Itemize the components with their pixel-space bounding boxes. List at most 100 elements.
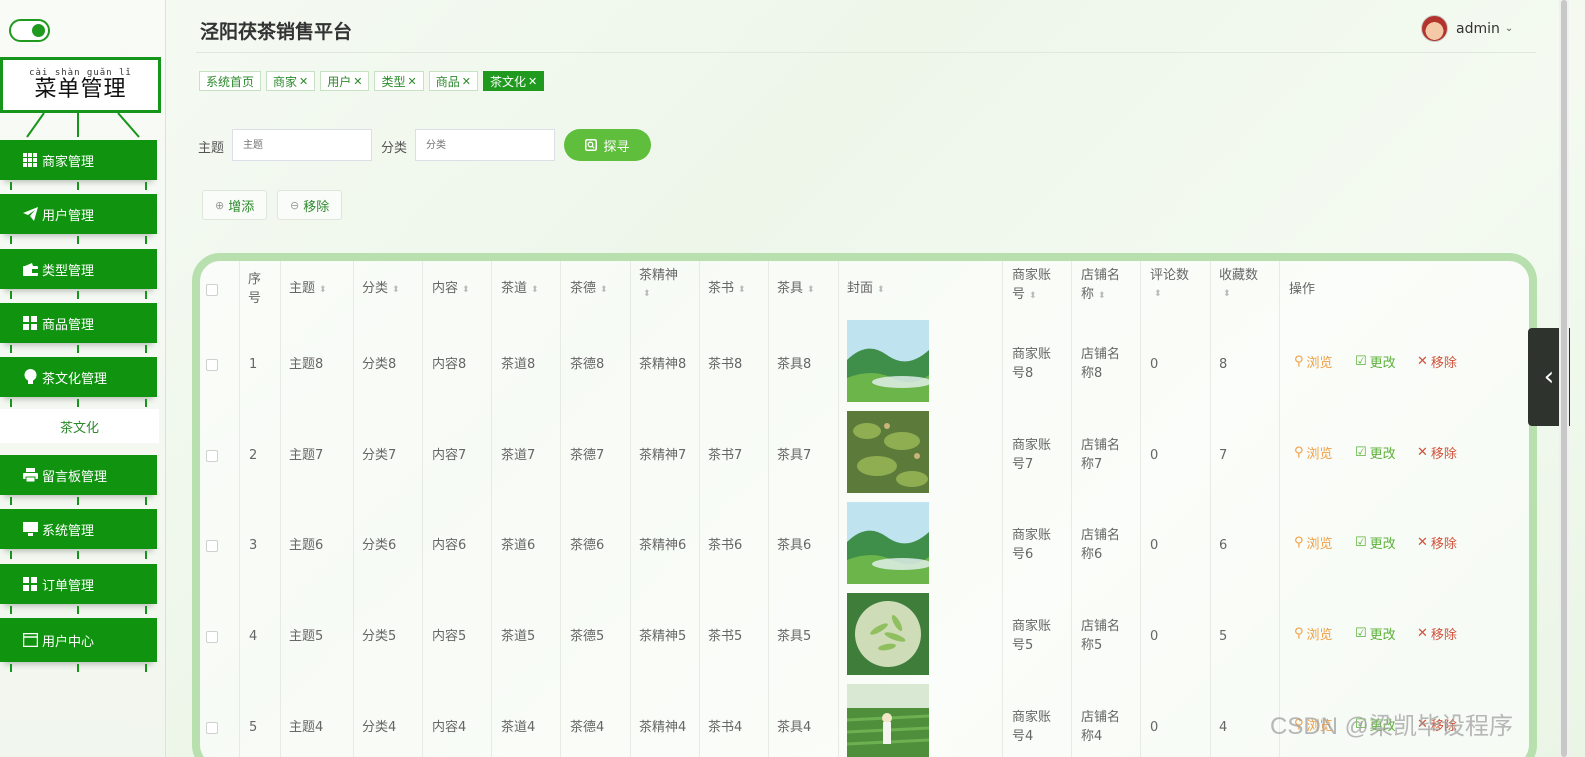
cell-index: 2 bbox=[249, 448, 258, 463]
edit-button[interactable]: ☑ 更改 bbox=[1355, 533, 1396, 552]
edit-button[interactable]: ☑ 更改 bbox=[1355, 352, 1396, 371]
header-index[interactable]: 序号 bbox=[248, 270, 261, 308]
header-tea-book[interactable]: 茶书 ⬍ bbox=[708, 279, 746, 300]
search-button[interactable]: 探寻 bbox=[564, 129, 651, 161]
sidebar-item-message-board[interactable]: 留言板管理 bbox=[0, 455, 157, 495]
sort-icon: ⬍ bbox=[531, 285, 539, 295]
sidebar-item-system[interactable]: 系统管理 bbox=[0, 509, 157, 549]
sort-icon: ⬍ bbox=[600, 285, 608, 295]
view-button[interactable]: ⚲ 浏览 bbox=[1294, 533, 1333, 552]
cell-tea-spirit: 茶精神5 bbox=[639, 629, 687, 644]
chevron-left-icon: ‹ bbox=[1543, 362, 1555, 392]
close-icon[interactable]: ✕ bbox=[528, 75, 537, 88]
close-icon[interactable]: ✕ bbox=[462, 75, 471, 88]
cell-comments: 0 bbox=[1150, 538, 1159, 553]
header-cover[interactable]: 封面 ⬍ bbox=[847, 279, 885, 300]
close-icon[interactable]: ✕ bbox=[408, 75, 417, 88]
sidebar-item-user[interactable]: 用户管理 bbox=[0, 194, 157, 234]
tag-merchant[interactable]: 商家 ✕ bbox=[266, 71, 316, 91]
header-favorites[interactable]: 收藏数 ⬍ bbox=[1219, 266, 1258, 304]
remove-button[interactable]: ⊖ 移除 bbox=[277, 190, 343, 220]
header-category[interactable]: 分类 ⬍ bbox=[362, 279, 400, 300]
close-icon[interactable]: ✕ bbox=[353, 75, 362, 88]
monitor-icon bbox=[22, 521, 38, 537]
sidebar-item-order[interactable]: 订单管理 bbox=[0, 564, 157, 604]
sidebar-item-user-center[interactable]: 用户中心 bbox=[0, 618, 157, 662]
delete-button[interactable]: ✕ 移除 bbox=[1417, 533, 1457, 552]
tag-home[interactable]: 系统首页 bbox=[199, 71, 262, 91]
cell-tea-way: 茶道7 bbox=[501, 448, 536, 463]
user-name: admin bbox=[1456, 20, 1500, 37]
delete-button[interactable]: ✕ 移除 bbox=[1417, 352, 1457, 371]
header-divider bbox=[196, 52, 1536, 53]
cell-subject: 主题6 bbox=[289, 538, 324, 553]
header-tea-virtue[interactable]: 茶德 ⬍ bbox=[570, 279, 608, 300]
header-subject[interactable]: 主题 ⬍ bbox=[289, 279, 327, 300]
header-merchant-account[interactable]: 商家账号 ⬍ bbox=[1012, 266, 1051, 306]
sort-icon: ⬍ bbox=[807, 285, 815, 295]
column-divider bbox=[239, 261, 240, 757]
column-divider bbox=[699, 261, 700, 757]
cell-tea-ware: 茶具6 bbox=[777, 538, 812, 553]
cell-index: 3 bbox=[249, 538, 258, 553]
sidebar-item-label: 订单管理 bbox=[42, 578, 95, 594]
sidebar-item-label: 用户中心 bbox=[42, 634, 95, 650]
tag-user[interactable]: 用户 ✕ bbox=[320, 71, 370, 91]
edit-button[interactable]: ☑ 更改 bbox=[1355, 624, 1396, 643]
header-shop-name[interactable]: 店铺名称 ⬍ bbox=[1081, 266, 1120, 306]
cell-tea-book: 茶书6 bbox=[708, 538, 743, 553]
cell-tea-ware: 茶具7 bbox=[777, 448, 812, 463]
add-button[interactable]: ⊕ 增添 bbox=[202, 190, 268, 220]
cell-merchant-account: 商家账 号6 bbox=[1012, 528, 1052, 562]
sidebar-subitem-tea-culture[interactable]: 茶文化 bbox=[0, 409, 159, 443]
sidebar-item-goods[interactable]: 商品管理 bbox=[0, 303, 157, 343]
header-tea-ware[interactable]: 茶具 ⬍ bbox=[777, 279, 815, 300]
cell-subject: 主题8 bbox=[289, 357, 324, 372]
select-all-checkbox[interactable] bbox=[206, 284, 218, 296]
view-button[interactable]: ⚲ 浏览 bbox=[1294, 624, 1333, 643]
view-button[interactable]: ⚲ 浏览 bbox=[1294, 352, 1333, 371]
category-input[interactable] bbox=[415, 129, 555, 161]
row-checkbox[interactable] bbox=[206, 450, 218, 462]
sidebar-toggle[interactable] bbox=[9, 19, 50, 42]
cell-favorites: 8 bbox=[1219, 357, 1228, 372]
view-button[interactable]: ⚲ 浏览 bbox=[1294, 443, 1333, 462]
sidebar-item-merchant[interactable]: 商家管理 bbox=[0, 140, 157, 180]
delete-button[interactable]: ✕ 移除 bbox=[1417, 443, 1457, 462]
cell-favorites: 4 bbox=[1219, 720, 1228, 735]
sort-icon: ⬍ bbox=[462, 285, 470, 295]
subject-input[interactable] bbox=[232, 129, 372, 161]
tag-type[interactable]: 类型 ✕ bbox=[374, 71, 424, 91]
column-divider bbox=[1002, 261, 1003, 757]
scrollbar-thumb[interactable] bbox=[1561, 0, 1567, 757]
close-icon[interactable]: ✕ bbox=[299, 75, 308, 88]
app-title: 泾阳茯茶销售平台 bbox=[200, 21, 353, 43]
header-comments[interactable]: 评论数 ⬍ bbox=[1150, 266, 1189, 304]
row-checkbox[interactable] bbox=[206, 631, 218, 643]
header-content[interactable]: 内容 ⬍ bbox=[432, 279, 470, 300]
sort-icon: ⬍ bbox=[1223, 289, 1231, 299]
row-checkbox[interactable] bbox=[206, 359, 218, 371]
row-checkbox[interactable] bbox=[206, 722, 218, 734]
sidebar-item-type[interactable]: 类型管理 bbox=[0, 249, 157, 289]
cell-shop-name: 店铺名 称5 bbox=[1081, 619, 1121, 653]
scrollbar[interactable] bbox=[1559, 0, 1569, 757]
cell-category: 分类6 bbox=[362, 538, 397, 553]
tag-tea-culture[interactable]: 茶文化 ✕ bbox=[482, 71, 545, 91]
edit-button[interactable]: ☑ 更改 bbox=[1355, 443, 1396, 462]
user-menu[interactable]: admin ⌄ bbox=[1421, 15, 1513, 42]
column-divider bbox=[422, 261, 423, 757]
column-divider bbox=[560, 261, 561, 757]
sidebar-item-label: 留言板管理 bbox=[42, 469, 108, 485]
row-checkbox[interactable] bbox=[206, 540, 218, 552]
cell-favorites: 5 bbox=[1219, 629, 1228, 644]
delete-button[interactable]: ✕ 移除 bbox=[1417, 624, 1457, 643]
header-tea-spirit[interactable]: 茶精神 ⬍ bbox=[639, 266, 678, 304]
header-tea-way[interactable]: 茶道 ⬍ bbox=[501, 279, 539, 300]
cell-shop-name: 店铺名 称4 bbox=[1081, 710, 1121, 744]
sidebar-item-tea-culture[interactable]: 茶文化管理 bbox=[0, 357, 157, 397]
tag-label: 系统首页 bbox=[206, 74, 255, 89]
column-divider bbox=[1071, 261, 1072, 757]
cell-subject: 主题4 bbox=[289, 720, 324, 735]
tag-goods[interactable]: 商品 ✕ bbox=[428, 71, 478, 91]
